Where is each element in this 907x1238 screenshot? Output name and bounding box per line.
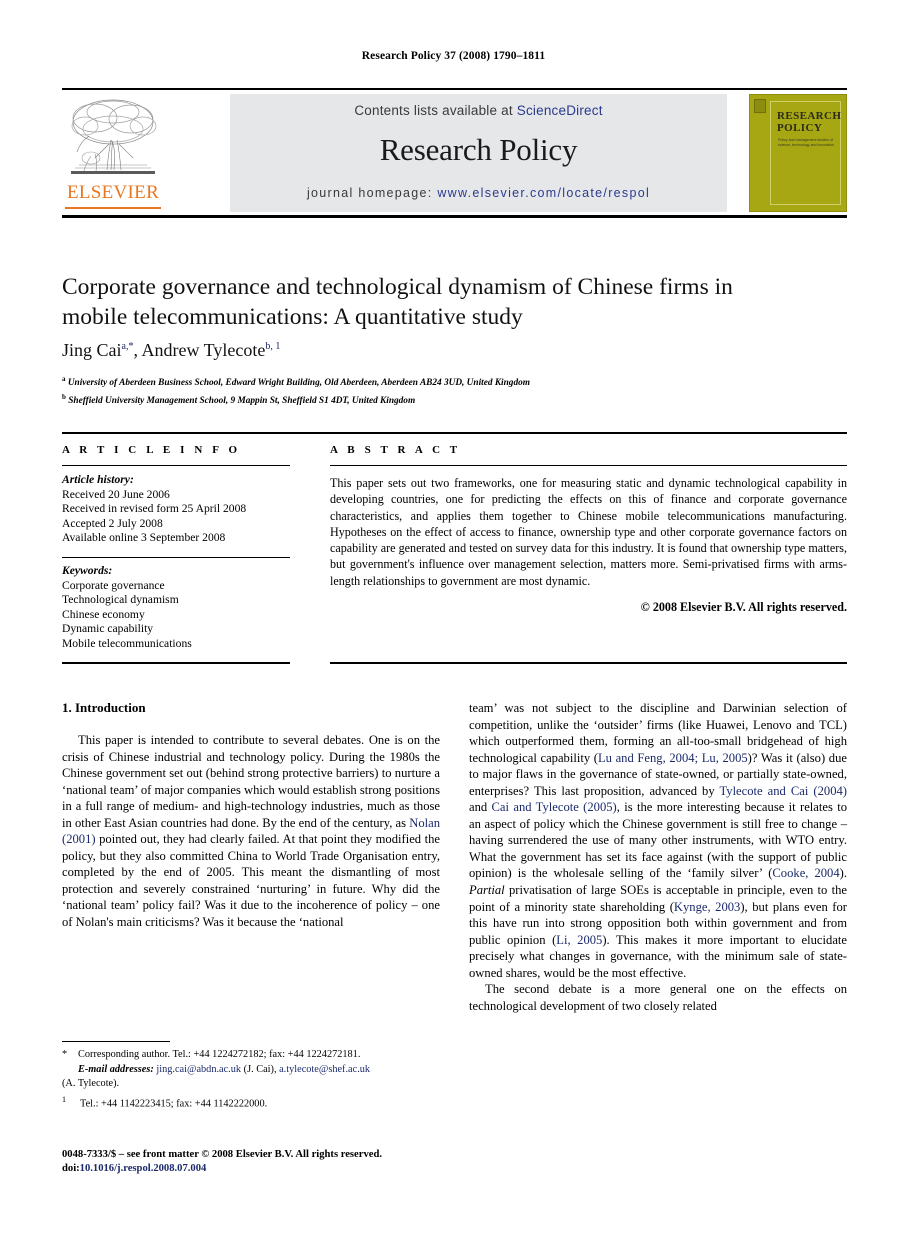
cover-inner-frame: RESEARCH POLICY Policy and management st…: [770, 101, 841, 205]
abstract-text: This paper sets out two frameworks, one …: [330, 476, 847, 588]
affiliations: a University of Aberdeen Business School…: [62, 373, 822, 408]
author-list: Jing Caia,*, Andrew Tylecoteb, 1: [62, 340, 762, 361]
keyword-item: Chinese economy: [62, 607, 145, 621]
journal-homepage-link[interactable]: www.elsevier.com/locate/respol: [437, 186, 650, 200]
footnote-block: * Corresponding author. Tel.: +44 1224272…: [62, 1048, 440, 1112]
keyword-item: Mobile telecommunications: [62, 636, 192, 650]
intro-r-part5: ).: [839, 866, 847, 881]
paragraph-second-debate: The second debate is a more general one …: [469, 982, 847, 1013]
history-item: Received 20 June 2006: [62, 487, 170, 501]
citation-lu-feng-2004[interactable]: Lu and Feng, 2004; Lu, 2005: [598, 751, 748, 765]
citation-kynge-2003[interactable]: Kynge, 2003: [674, 900, 740, 914]
affiliation-b-text: Sheffield University Management School, …: [68, 395, 416, 406]
elsevier-logo: ELSEVIER: [65, 96, 161, 212]
elsevier-underline: [65, 207, 161, 209]
info-band-bottom-rule-left: [62, 662, 290, 664]
history-item: Available online 3 September 2008: [62, 531, 226, 545]
journal-title: Research Policy: [379, 132, 578, 167]
email-owner-tylecote: (A. Tylecote).: [62, 1078, 120, 1090]
affiliation-a: a University of Aberdeen Business School…: [62, 373, 822, 391]
sciencedirect-link[interactable]: ScienceDirect: [517, 103, 603, 118]
abstract-column: A B S T R A C T This paper sets out two …: [330, 444, 847, 615]
masthead-top-rule: [62, 88, 847, 90]
contents-prefix: Contents lists available at: [354, 103, 517, 118]
info-band-bottom-rule-right: [330, 662, 847, 664]
history-item: Accepted 2 July 2008: [62, 516, 163, 530]
elsevier-tree-icon: [71, 99, 157, 174]
email-owner-cai: (J. Cai),: [241, 1063, 280, 1075]
paragraph-intro-right: team’ was not subject to the discipline …: [469, 700, 847, 981]
affiliation-b-mark: b: [62, 392, 66, 401]
abstract-heading: A B S T R A C T: [330, 444, 461, 456]
section-heading-introduction: 1. Introduction: [62, 700, 146, 715]
doi-line: doi:10.1016/j.respol.2008.07.004: [62, 1162, 462, 1176]
article-info-rule: [62, 465, 290, 466]
keywords-separator-rule: [62, 556, 290, 558]
paper-page: Research Policy 37 (2008) 1790–1811 ELSE…: [0, 0, 907, 1238]
journal-homepage-line: journal homepage: www.elsevier.com/locat…: [230, 186, 727, 200]
article-history-block: Article history: Received 20 June 2006 R…: [62, 473, 290, 546]
footnote-emails: E-mail addresses: jing.cai@abdn.ac.uk (J…: [62, 1063, 440, 1077]
keywords-block: Keywords: Corporate governance Technolog…: [62, 564, 290, 652]
article-info-heading: A R T I C L E I N F O: [62, 444, 241, 456]
abstract-copyright: © 2008 Elsevier B.V. All rights reserved…: [640, 600, 847, 615]
footnote-corresponding-text: Corresponding author. Tel.: +44 12242721…: [78, 1049, 361, 1060]
keyword-item: Dynamic capability: [62, 622, 154, 636]
cover-title-line2: POLICY: [777, 122, 823, 134]
journal-cover-thumbnail: RESEARCH POLICY Policy and management st…: [749, 94, 847, 212]
footnote-1-mark: 1: [62, 1094, 66, 1104]
article-title: Corporate governance and technological d…: [62, 274, 733, 330]
footnote-email-owner-line: (A. Tylecote).: [62, 1077, 440, 1091]
body-column-right: team’ was not subject to the discipline …: [469, 700, 847, 1014]
journal-masthead: ELSEVIER Contents lists available at Sci…: [62, 88, 847, 218]
masthead-bottom-rule: [62, 215, 847, 218]
emphasis-partial: Partial: [469, 883, 505, 898]
citation-cai-tylecote-2005[interactable]: Cai and Tylecote (2005): [492, 800, 617, 814]
footnote-corresponding-author: * Corresponding author. Tel.: +44 1224272…: [62, 1048, 440, 1062]
abstract-rule: [330, 465, 847, 466]
email-link-tylecote[interactable]: a.tylecote@shef.ac.uk: [279, 1064, 370, 1075]
cover-title: RESEARCH POLICY: [777, 110, 842, 134]
front-matter-block: 0048-7333/$ – see front matter © 2008 El…: [62, 1148, 462, 1176]
keywords-label: Keywords:: [62, 563, 113, 577]
body-column-left: 1. Introduction This paper is intended t…: [62, 700, 440, 931]
authors-text: Jing Caia,*, Andrew Tylecoteb, 1: [62, 340, 281, 360]
intro-text-part1: This paper is intended to contribute to …: [62, 733, 440, 830]
elsevier-wordmark: ELSEVIER: [66, 182, 160, 203]
affiliation-a-mark: a: [62, 375, 66, 383]
footnote-asterisk-mark: *: [62, 1049, 68, 1060]
keyword-item: Corporate governance: [62, 578, 165, 592]
email-link-cai[interactable]: jing.cai@abdn.ac.uk: [156, 1064, 241, 1075]
citation-cooke-2004[interactable]: Cooke, 2004: [772, 866, 839, 880]
cover-elsevier-mark-icon: [754, 99, 766, 113]
homepage-prefix: journal homepage:: [306, 186, 438, 200]
sciencedirect-band: Contents lists available at ScienceDirec…: [230, 94, 727, 212]
running-head: Research Policy 37 (2008) 1790–1811: [361, 50, 546, 62]
article-info-column: A R T I C L E I N F O Article history: R…: [62, 444, 290, 652]
intro-r-part3: and: [469, 800, 492, 815]
cover-subtitle: Policy and management studies of science…: [778, 138, 834, 147]
history-item: Received in revised form 25 April 2008: [62, 502, 247, 516]
info-band-top-rule: [62, 432, 847, 434]
front-matter-line: 0048-7333/$ – see front matter © 2008 El…: [62, 1149, 382, 1160]
cover-title-line1: RESEARCH: [777, 110, 842, 122]
footnote-1: 1 Tel.: +44 1142223415; fax: +44 11422220…: [62, 1093, 440, 1111]
footnote-1-text: Tel.: +44 1142223415; fax: +44 114222200…: [80, 1098, 268, 1110]
article-history-label: Article history:: [62, 473, 134, 486]
email-addresses-label: E-mail addresses:: [78, 1063, 154, 1075]
intro-text-part2: pointed out, they had clearly failed. At…: [62, 832, 440, 930]
affiliation-a-text: University of Aberdeen Business School, …: [67, 378, 530, 389]
citation-tylecote-cai-2004[interactable]: Tylecote and Cai (2004): [719, 784, 847, 798]
paragraph-intro-left: This paper is intended to contribute to …: [62, 732, 440, 931]
doi-label: doi:: [62, 1163, 80, 1174]
footnote-separator-rule: [62, 1041, 170, 1042]
keyword-item: Technological dynamism: [62, 593, 179, 607]
affiliation-b: b Sheffield University Management School…: [62, 391, 822, 409]
citation-li-2005[interactable]: Li, 2005: [556, 933, 602, 947]
doi-link[interactable]: 10.1016/j.respol.2008.07.004: [80, 1163, 207, 1174]
contents-lists-line: Contents lists available at ScienceDirec…: [230, 103, 727, 118]
